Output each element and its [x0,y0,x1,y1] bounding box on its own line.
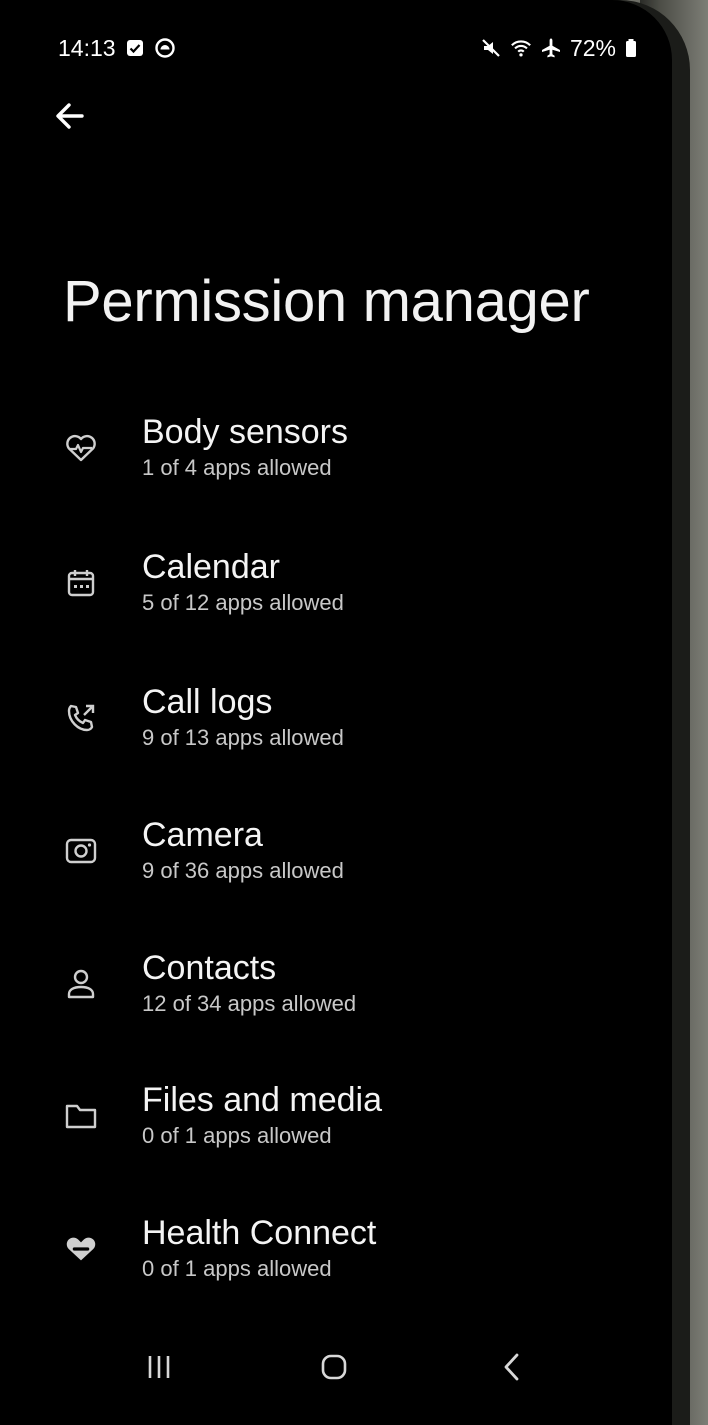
phone-frame: 14:13 72% Permission manager Body sensor… [0,0,690,1425]
battery-percentage: 72% [569,34,616,61]
folder-icon [64,1099,98,1133]
mute-icon [480,37,502,59]
permission-item-health-connect[interactable]: Health Connect 0 of 1 apps allowed [0,1206,672,1316]
back-icon [504,1353,519,1381]
permission-name: Calendar [142,548,280,586]
permission-item-calendar[interactable]: Calendar 5 of 12 apps allowed [0,540,672,650]
permission-name: Contacts [142,949,277,987]
recent-apps-icon [148,1356,170,1378]
call-log-icon [64,701,98,735]
airplane-mode-icon [540,37,562,59]
back-arrow-icon [56,103,84,129]
page-title: Permission manager [63,269,590,334]
camera-icon [64,834,98,868]
calendar-icon [64,566,98,600]
permission-name: Call logs [142,683,273,721]
permission-count: 12 of 34 apps allowed [142,991,357,1016]
permission-name: Health Connect [142,1214,377,1252]
heart-pulse-icon [64,431,98,465]
app-notification-icon [154,37,176,59]
permission-count: 5 of 12 apps allowed [142,590,344,615]
permission-count: 0 of 1 apps allowed [142,1256,332,1281]
permission-count: 1 of 4 apps allowed [142,455,332,480]
recent-apps-button[interactable] [137,1345,181,1389]
home-button[interactable] [312,1345,356,1389]
permission-item-camera[interactable]: Camera 9 of 36 apps allowed [0,808,672,918]
status-time: 14:13 [58,34,116,61]
permission-name: Camera [142,816,263,854]
battery-icon [624,37,638,59]
person-icon [64,967,98,1001]
permission-name: Body sensors [142,413,348,451]
navigation-bar [0,1335,672,1399]
nav-back-button[interactable] [490,1345,534,1389]
permission-item-body-sensors[interactable]: Body sensors 1 of 4 apps allowed [0,405,672,515]
health-connect-icon [64,1232,98,1266]
permission-count: 9 of 36 apps allowed [142,858,344,883]
status-bar: 14:13 72% [58,34,638,62]
permission-count: 9 of 13 apps allowed [142,725,344,750]
permission-item-call-logs[interactable]: Call logs 9 of 13 apps allowed [0,675,672,785]
screen: 14:13 72% Permission manager Body sensor… [0,0,672,1425]
back-button[interactable] [50,96,90,136]
wifi-icon [510,37,532,59]
checkbox-notification-icon [124,37,146,59]
permission-name: Files and media [142,1081,383,1119]
permission-count: 0 of 1 apps allowed [142,1123,332,1148]
permission-item-contacts[interactable]: Contacts 12 of 34 apps allowed [0,941,672,1051]
home-icon [321,1354,347,1380]
permission-item-files-and-media[interactable]: Files and media 0 of 1 apps allowed [0,1073,672,1183]
